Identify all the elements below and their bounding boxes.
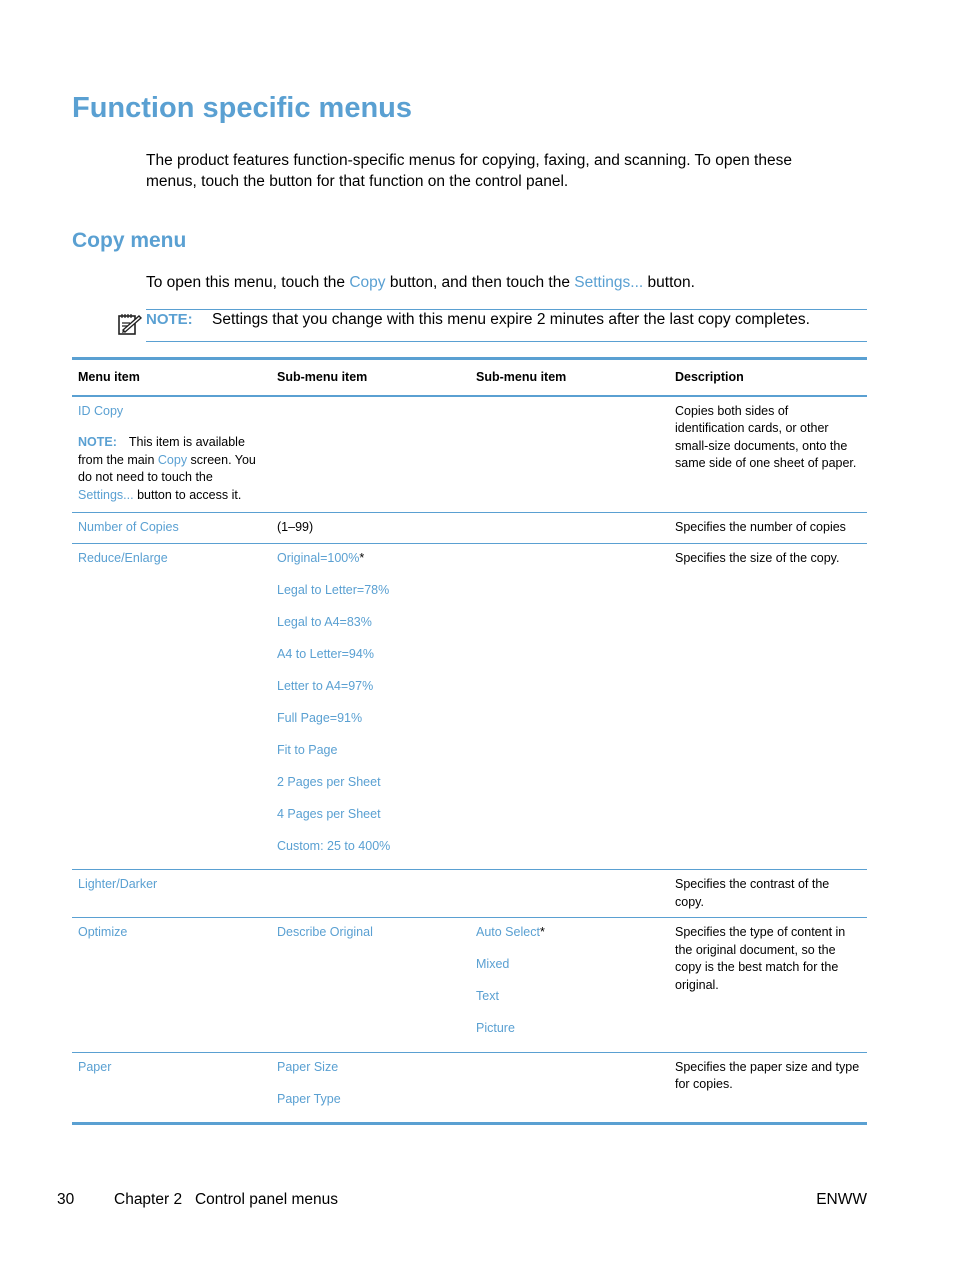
description: Specifies the number of copies [675, 520, 846, 534]
copy-link[interactable]: Copy [349, 274, 385, 291]
default-marker: * [539, 925, 545, 939]
description: Copies both sides of identification card… [675, 403, 857, 471]
sub-menu-item[interactable]: Original=100%* [277, 550, 464, 568]
instructions-text: To open this menu, touch the [146, 274, 350, 291]
menu-item-number-of-copies[interactable]: Number of Copies [78, 519, 265, 537]
description: Specifies the type of content in the ori… [675, 925, 846, 992]
copy-menu-table: Menu item Sub-menu item Sub-menu item De… [72, 357, 867, 1125]
sub-menu-item[interactable]: Mixed [476, 956, 663, 974]
menu-item-paper[interactable]: Paper [78, 1059, 265, 1077]
chapter-title: Chapter 2 Control panel menus [114, 1191, 339, 1208]
settings-link[interactable]: Settings... [78, 488, 134, 502]
table-row: Lighter/Darker Specifies the contrast of… [72, 870, 867, 918]
footer-locale: ENWW [816, 1191, 867, 1208]
copy-link[interactable]: Copy [158, 453, 187, 467]
sub-menu-item[interactable]: 2 Pages per Sheet [277, 774, 464, 792]
sub-menu-item[interactable]: Fit to Page [277, 742, 464, 760]
sub-menu-item[interactable]: Picture [476, 1020, 663, 1038]
header-sub-menu-item-2: Sub-menu item [476, 370, 567, 384]
note-pencil-icon [118, 314, 143, 335]
header-sub-menu-item: Sub-menu item [277, 370, 368, 384]
sub-menu-item[interactable]: Paper Type [277, 1091, 464, 1109]
note-text: Settings that you change with this menu … [212, 311, 810, 328]
menu-item-id-copy[interactable]: ID Copy [78, 403, 265, 421]
table-row: ID Copy NOTE: This item is available from… [72, 396, 867, 513]
sub-menu-item[interactable]: 4 Pages per Sheet [277, 806, 464, 824]
instructions-text: button. [643, 274, 695, 291]
menu-item-optimize[interactable]: Optimize [78, 924, 265, 942]
default-marker: * [359, 550, 365, 565]
note-box: NOTE: Settings that you change with this… [146, 309, 867, 342]
intro-paragraph: The product features function-specific m… [146, 152, 792, 190]
sub-menu-item[interactable]: Custom: 25 to 400% [277, 838, 464, 856]
header-description: Description [675, 370, 744, 384]
sub-menu-item[interactable]: Text [476, 988, 663, 1006]
sub-menu-item[interactable]: Paper Size [277, 1059, 464, 1077]
table-header-row: Menu item Sub-menu item Sub-menu item De… [72, 358, 867, 396]
description: Specifies the paper size and type for co… [675, 1059, 860, 1092]
copies-range: (1–99) [277, 520, 314, 534]
description: Specifies the size of the copy. [675, 550, 840, 565]
menu-item-reduce-enlarge[interactable]: Reduce/Enlarge [78, 550, 265, 568]
page-title: Function specific menus [72, 92, 412, 124]
open-instructions: To open this menu, touch the Copy button… [146, 274, 695, 292]
section-title: Copy menu [72, 229, 187, 252]
inline-note: NOTE: This item is available from the mai… [78, 434, 265, 504]
inline-note-label: NOTE: [78, 435, 117, 449]
sub-menu-item[interactable]: A4 to Letter=94% [277, 646, 464, 664]
sub-menu-item[interactable]: Legal to Letter=78% [277, 582, 464, 600]
sub-menu-item[interactable]: Auto Select* [476, 924, 663, 942]
page-number: 30 [57, 1191, 75, 1208]
header-menu-item: Menu item [78, 370, 140, 384]
sub-menu-item[interactable]: Legal to A4=83% [277, 614, 464, 632]
table-row: Paper Paper Size Paper Type Specifies th… [72, 1052, 867, 1124]
sub-menu-item[interactable]: Full Page=91% [277, 710, 464, 728]
sub-menu-item[interactable]: Describe Original [277, 924, 464, 942]
table-row: Reduce/Enlarge Original=100%* Legal to L… [72, 543, 867, 870]
instructions-text: button, and then touch the [385, 274, 575, 291]
table-row: Optimize Describe Original Auto Select* … [72, 918, 867, 1052]
settings-link[interactable]: Settings... [574, 274, 643, 291]
menu-item-lighter-darker[interactable]: Lighter/Darker [78, 876, 265, 894]
description: Specifies the contrast of the copy. [675, 877, 830, 909]
inline-note-text: button to access it. [133, 487, 242, 502]
table-row: Number of Copies (1–99) Specifies the nu… [72, 513, 867, 543]
sub-menu-item[interactable]: Letter to A4=97% [277, 678, 464, 696]
note-label: NOTE: [146, 311, 193, 328]
